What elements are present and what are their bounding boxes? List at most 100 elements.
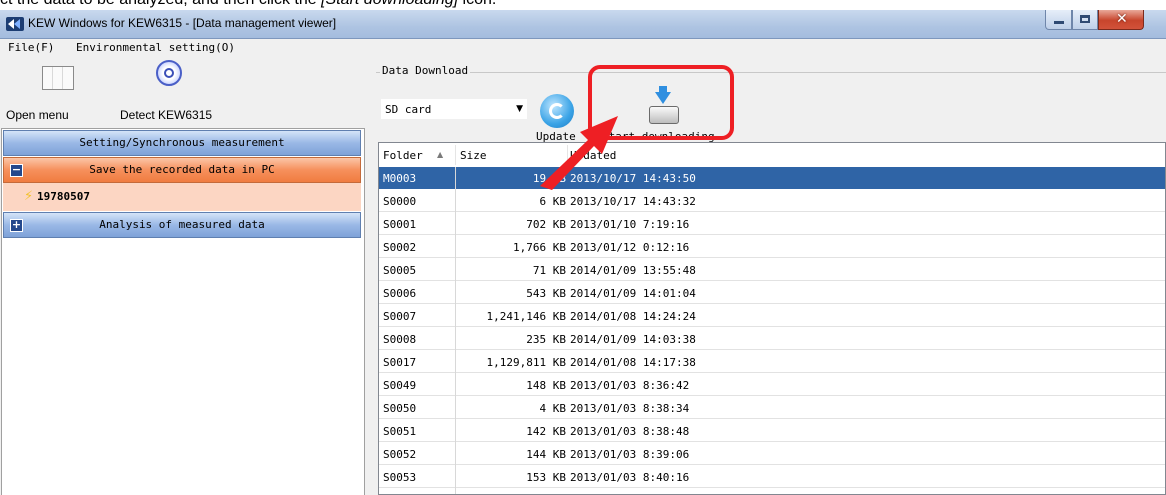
size-cell: 543 KB [526,287,566,300]
updated-cell: 2013/01/03 8:40:16 [570,471,690,484]
updated-cell: 2014/01/08 14:24:24 [570,310,696,323]
lightning-icon: ⚡ [24,189,34,204]
folder-cell: S0008 [383,333,417,346]
updated-cell: 2013/01/10 7:19:16 [570,218,690,231]
size-cell: 4 KB [539,402,567,415]
columns-icon [42,66,74,90]
size-cell: 235 KB [526,333,566,346]
size-cell: 153 KB [526,471,566,484]
close-button[interactable]: ✕ [1098,10,1144,30]
table-row[interactable]: S0052 144 KB 2013/01/03 8:39:06 [379,443,1165,465]
minimize-button[interactable] [1045,10,1072,30]
menu-bar: File(F) Environmental setting(O) [0,39,1166,57]
source-select-value: SD card [385,103,432,116]
table-row[interactable]: S0051 142 KB 2013/01/03 8:38:48 [379,420,1165,442]
nav-save-recorded-data[interactable]: − Save the recorded data in PC [3,157,361,183]
data-download-label: Data Download [380,64,471,77]
detect-target-icon [156,60,182,86]
folder-cell: S0049 [383,379,417,392]
size-cell: 142 KB [526,425,566,438]
size-cell: 1,129,811 KB [486,356,566,369]
open-menu-label: Open menu [6,108,69,122]
chevron-down-icon: ▼ [516,104,523,114]
maximize-button[interactable] [1072,10,1098,30]
table-row[interactable]: M000319 KB2013/10/17 14:43:50 [379,167,1165,189]
size-cell: 144 KB [526,448,566,461]
folder-cell: S0005 [383,264,417,277]
table-row[interactable]: S0001 702 KB 2013/01/10 7:19:16 [379,213,1165,235]
nav-setting-label: Setting/Synchronous measurement [79,136,285,149]
app-window: KEW Windows for KEW6315 - [Data manageme… [0,10,1166,495]
instruction-text: ct the data to be analyzed, and then cli… [0,0,1166,10]
nav-setting-synchronous[interactable]: Setting/Synchronous measurement [3,130,361,156]
nav-analysis-label: Analysis of measured data [99,218,265,231]
updated-cell: 2013/01/12 0:12:16 [570,241,690,254]
source-select[interactable]: SD card ▼ [380,98,528,120]
navigation-panel: Setting/Synchronous measurement − Save t… [1,128,365,495]
table-row[interactable]: S0050 4 KB 2013/01/03 8:38:34 [379,397,1165,419]
folder-cell: S0050 [383,402,417,415]
updated-cell: 2013/01/03 8:38:34 [570,402,690,415]
menu-file[interactable]: File(F) [8,41,54,54]
instruction-prefix: ct the data to be analyzed, and then cli… [0,0,321,8]
updated-cell: 2013/01/03 8:38:48 [570,425,690,438]
nav-analysis-measured-data[interactable]: + Analysis of measured data [3,212,361,238]
folder-cell: S0053 [383,471,417,484]
folder-cell: S0007 [383,310,417,323]
detect-kew6315-button[interactable]: Detect KEW6315 [112,58,232,126]
size-cell: 148 KB [526,379,566,392]
column-folder[interactable]: Folder [383,149,423,162]
folder-cell: M0003 [383,172,417,185]
group-border [376,72,1166,73]
updated-cell: 2014/01/09 14:01:04 [570,287,696,300]
list-header: Folder ▲ Size Updated [379,143,1165,168]
size-cell: 1,241,146 KB [486,310,566,323]
kew-app-icon[interactable] [6,17,24,31]
sort-ascending-icon: ▲ [437,150,444,159]
folder-cell: S0002 [383,241,417,254]
table-row[interactable]: S0002 1,766 KB 2013/01/12 0:12:16 [379,236,1165,258]
updated-cell: 2013/01/03 8:39:06 [570,448,690,461]
updated-cell: 2014/01/09 13:55:48 [570,264,696,277]
instruction-suffix: icon. [458,0,497,8]
table-row[interactable]: S0053 153 KB 2013/01/03 8:40:16 [379,466,1165,488]
folder-cell: S0000 [383,195,417,208]
instruction-emphasis: [Start downloading] [321,0,458,8]
size-cell: 71 KB [532,264,566,277]
size-cell: 1,766 KB [513,241,566,254]
folder-cell: S0001 [383,218,417,231]
updated-cell: 2014/01/09 14:03:38 [570,333,696,346]
updated-cell: 2013/01/03 8:36:42 [570,379,690,392]
folder-cell: S0052 [383,448,417,461]
column-size[interactable]: Size [460,149,487,162]
menu-environmental-setting[interactable]: Environmental setting(O) [76,41,235,54]
table-row[interactable]: S0008 235 KB 2014/01/09 14:03:38 [379,328,1165,350]
title-bar[interactable]: KEW Windows for KEW6315 - [Data manageme… [0,10,1166,39]
folder-cell: S0051 [383,425,417,438]
table-row[interactable]: S0017 1,129,811 KB 2014/01/08 14:17:38 [379,351,1165,373]
column-divider [455,167,456,494]
size-cell: 6 KB [539,195,567,208]
red-arrow-icon [540,116,618,190]
size-cell: 702 KB [526,218,566,231]
updated-cell: 2014/01/08 14:17:38 [570,356,696,369]
window-title: KEW Windows for KEW6315 - [Data manageme… [28,16,337,30]
minimize-icon [1054,21,1064,24]
recorded-data-label: 19780507 [37,190,90,203]
close-icon: ✕ [1116,11,1128,27]
maximize-icon [1080,15,1090,23]
table-row[interactable]: S0005 71 KB 2014/01/09 13:55:48 [379,259,1165,281]
main-toolbar: Open menu Detect KEW6315 [0,58,374,128]
data-download-group: Data Download SD card ▼ Update Start dow… [372,64,1166,143]
table-row[interactable]: S0007 1,241,146 KB 2014/01/08 14:24:24 [379,305,1165,327]
updated-cell: 2013/10/17 14:43:32 [570,195,696,208]
nav-save-label: Save the recorded data in PC [89,163,275,176]
folder-cell: S0006 [383,287,417,300]
table-row[interactable]: S0049 148 KB 2013/01/03 8:36:42 [379,374,1165,396]
recorded-data-item[interactable]: ⚡ 19780507 [3,183,361,211]
folder-cell: S0017 [383,356,417,369]
folder-list[interactable]: Folder ▲ Size Updated M000319 KB2013/10/… [378,142,1166,495]
open-menu-button[interactable]: Open menu [0,58,112,126]
table-row[interactable]: S0006 543 KB 2014/01/09 14:01:04 [379,282,1165,304]
table-row[interactable]: S0000 6 KB 2013/10/17 14:43:32 [379,190,1165,212]
